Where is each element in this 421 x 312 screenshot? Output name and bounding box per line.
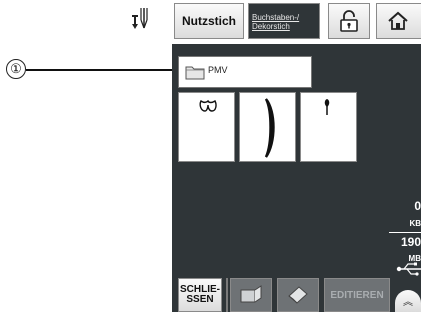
char-deco-label-line1: Buchstaben-/ [252,13,300,22]
stitch-pattern-cell[interactable] [178,92,235,162]
stitch-pattern-cell[interactable] [300,92,357,162]
stitch-pattern-3-icon [324,99,330,115]
memory-divider [389,232,421,233]
bottom-divider [226,278,228,312]
save-pocket-icon [240,285,262,303]
folder-name: PMV [208,65,228,75]
close-button[interactable]: SCHLIE- SSEN [178,278,222,312]
eraser-icon [288,286,308,304]
lock-icon [340,10,358,32]
memory-value-1: 0 [414,199,421,213]
home-button[interactable] [376,3,421,39]
char-deco-label-line2: Dekorstich [252,22,290,31]
stitch-pattern-1-icon [199,99,217,112]
character-decorative-stitch-button[interactable]: Buchstaben-/ Dekorstich [248,3,320,39]
utility-stitch-button[interactable]: Nutzstich [174,3,244,39]
stitch-pattern-cell[interactable] [239,92,296,162]
memory-value-2: 190 [400,235,421,249]
save-to-machine-button[interactable] [230,278,272,312]
scroll-up-button[interactable]: ︽ [395,290,421,312]
close-label-line2: SSEN [186,294,214,305]
edit-button[interactable]: EDITIEREN [324,278,390,312]
usb-icon [396,262,421,276]
memory-unit-1: KB [409,219,421,228]
delete-button[interactable] [277,278,319,312]
callout-leader-line [26,69,182,71]
lock-button[interactable] [328,3,370,39]
home-icon [388,11,408,30]
presser-foot-icon[interactable] [128,6,152,34]
stitch-pattern-2-icon [264,98,275,158]
callout-number: ① [6,59,26,79]
folder-icon [185,66,205,80]
